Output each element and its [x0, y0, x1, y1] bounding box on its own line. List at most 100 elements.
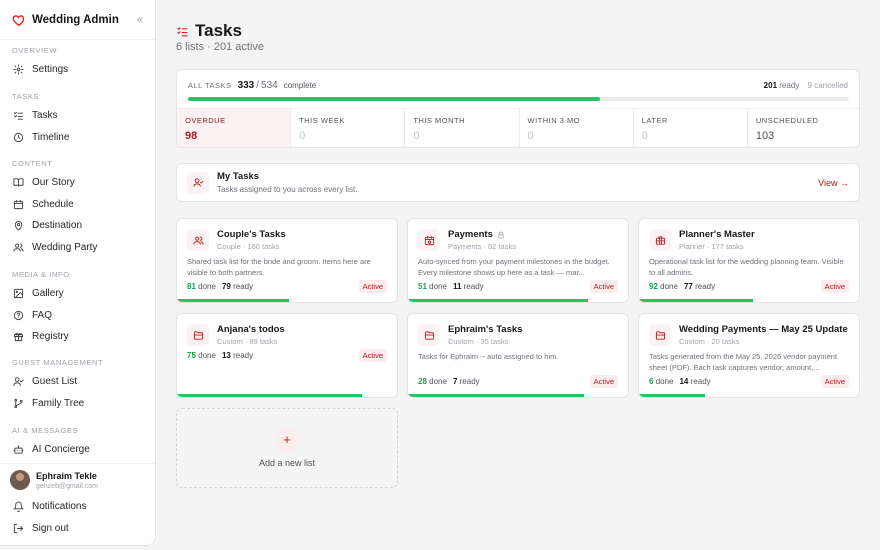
task-list-card[interactable]: Couple's Tasks Couple · 160 tasks Shared t… — [176, 218, 398, 303]
sidebar-item-tasks[interactable]: Tasks — [0, 105, 155, 127]
ready-label: ready — [233, 351, 254, 360]
sidebar-item-our-story[interactable]: Our Story — [0, 172, 155, 194]
card-icon-box — [649, 229, 671, 251]
view-my-tasks-link[interactable]: View → — [818, 178, 849, 188]
notifications-link[interactable]: Notifications — [0, 496, 155, 518]
done-count: 92 — [649, 282, 658, 291]
book-icon — [13, 178, 24, 187]
lock-icon — [498, 231, 504, 238]
card-icon-box — [418, 324, 440, 346]
sidebar-item-destination[interactable]: Destination — [0, 215, 155, 237]
my-tasks-title: My Tasks — [217, 171, 260, 182]
done-label: done — [429, 282, 447, 291]
nav-section-guest-management: Guest Management Guest List Family Tree — [0, 357, 155, 415]
plus-icon: + — [276, 428, 298, 451]
card-stats: 81 done 79 ready — [187, 282, 253, 291]
bucket-this-month[interactable]: This month 0 — [405, 109, 520, 147]
ready-count: 79 — [221, 282, 231, 291]
ready-count: 13 — [221, 351, 231, 360]
checklist-icon — [177, 26, 188, 36]
sidebar-item-family-tree[interactable]: Family Tree — [0, 393, 155, 415]
bucket-later[interactable]: Later 0 — [634, 109, 748, 147]
users-icon — [13, 243, 24, 252]
nav-section-tasks: Tasks Tasks Timeline — [0, 91, 155, 149]
ready-count: 14 — [679, 377, 689, 386]
card-meta: Payments · 62 tasks — [448, 242, 516, 251]
task-list-card[interactable]: Ephraim's Tasks Custom · 35 tasks Tasks fo… — [407, 313, 629, 398]
bucket-overdue[interactable]: Overdue 98 — [177, 109, 292, 147]
summary-totals: All tasks 333 / 534 complete — [188, 80, 316, 91]
due-buckets: Overdue 98 This week 0 This month 0 Within 3 m… — [177, 108, 859, 147]
collapse-sidebar-icon[interactable]: « — [137, 14, 143, 26]
bucket-label: This week — [299, 116, 345, 125]
sidebar-item-timeline[interactable]: Timeline — [0, 127, 155, 149]
bucket-label: This month — [413, 116, 466, 125]
task-list-card[interactable]: Planner's Master Planner · 177 tasks Opera… — [638, 218, 860, 303]
bucket-within-3-mo[interactable]: Within 3 mo 0 — [520, 109, 634, 147]
nav-section-overview: Overview Settings — [0, 45, 155, 81]
sidebar-item-settings[interactable]: Settings — [0, 59, 155, 81]
sidebar-item-registry[interactable]: Registry — [0, 326, 155, 348]
sidebar-item-wedding-party[interactable]: Wedding Party — [0, 237, 155, 259]
card-meta: Custom · 89 tasks — [217, 337, 278, 346]
sign-out-label: Sign out — [32, 522, 69, 534]
page-title: Tasks — [195, 21, 242, 40]
calendar-icon — [13, 199, 24, 209]
bucket-unscheduled[interactable]: Unscheduled 103 — [748, 109, 859, 147]
user-name: Ephraim Tekle — [36, 470, 97, 481]
sidebar-item-schedule[interactable]: Schedule — [0, 194, 155, 216]
my-tasks-card[interactable]: My Tasks Tasks assigned to you across ev… — [176, 163, 860, 202]
add-list-button[interactable]: + Add a new list — [176, 408, 398, 488]
image-icon — [13, 289, 24, 299]
user-profile[interactable]: Ephraim Tekle genzeb@gmail.com — [0, 464, 155, 490]
nav-section-media-info: Media & Info Gallery FAQ Registry — [0, 269, 155, 348]
sign-out-link[interactable]: Sign out — [0, 518, 155, 540]
card-stats: 92 done 77 ready — [649, 282, 715, 291]
done-count: 6 — [649, 377, 654, 386]
heart-logo-icon — [12, 13, 26, 27]
section-label: Overview — [12, 46, 58, 55]
card-progress-bar — [177, 394, 362, 397]
card-meta: Planner · 177 tasks — [679, 242, 744, 251]
sidebar-item-label: Timeline — [32, 131, 70, 143]
section-label: Content — [12, 159, 53, 168]
card-progress-bar — [639, 299, 754, 302]
card-header: Planner's Master Planner · 177 tasks — [649, 229, 755, 251]
card-stats: 51 done 11 ready — [418, 282, 484, 291]
gear-icon — [13, 64, 24, 75]
card-header: Ephraim's Tasks Custom · 35 tasks — [418, 324, 522, 346]
page-subtitle: 6 lists · 201 active — [176, 41, 265, 53]
card-progress-bar — [408, 299, 589, 302]
card-meta: Custom · 20 tasks — [679, 337, 740, 346]
done-label: done — [660, 282, 678, 291]
task-list-card[interactable]: Anjana's todos Custom · 89 tasks 75 done 13… — [176, 313, 398, 398]
sidebar-item-faq[interactable]: FAQ — [0, 305, 155, 327]
bucket-value: 0 — [527, 130, 534, 142]
bucket-this-week[interactable]: This week 0 — [291, 109, 406, 147]
task-list-card[interactable]: Wedding Payments — May 25 Update Custom ·… — [638, 313, 860, 398]
clock-icon — [13, 132, 24, 142]
sidebar-item-label: Our Story — [32, 177, 75, 189]
sidebar: Wedding Admin « Overview Settings Tasks Tas… — [0, 0, 156, 546]
sidebar-item-gallery[interactable]: Gallery — [0, 283, 155, 305]
sidebar-item-guest-list[interactable]: Guest List — [0, 371, 155, 393]
summary-progress-bar — [188, 97, 849, 101]
card-description: Auto-synced from your payment milestones… — [418, 257, 610, 277]
user-panel: Ephraim Tekle genzeb@gmail.com Notificat… — [0, 463, 155, 545]
section-label: Tasks — [12, 92, 40, 101]
sidebar-item-ai-concierge[interactable]: AI Concierge — [0, 439, 155, 461]
section-label: Media & Info — [12, 270, 70, 279]
summary-label: All tasks — [188, 81, 232, 90]
card-meta: Custom · 35 tasks — [448, 337, 509, 346]
card-title-text: Ephraim's Tasks — [448, 324, 523, 335]
done-count: 333 — [237, 80, 255, 91]
task-list-card[interactable]: Payments Payments · 62 tasks Auto-synced f… — [407, 218, 629, 303]
card-title: Anjana's todos — [217, 324, 285, 335]
bucket-label: Unscheduled — [755, 116, 819, 125]
branch-icon — [14, 398, 23, 408]
sidebar-item-label: Schedule — [32, 198, 74, 210]
bucket-label: Later — [641, 116, 668, 125]
user-check-icon — [192, 178, 203, 187]
ready-count: 11 — [452, 282, 462, 291]
card-progress-bar — [408, 394, 584, 397]
